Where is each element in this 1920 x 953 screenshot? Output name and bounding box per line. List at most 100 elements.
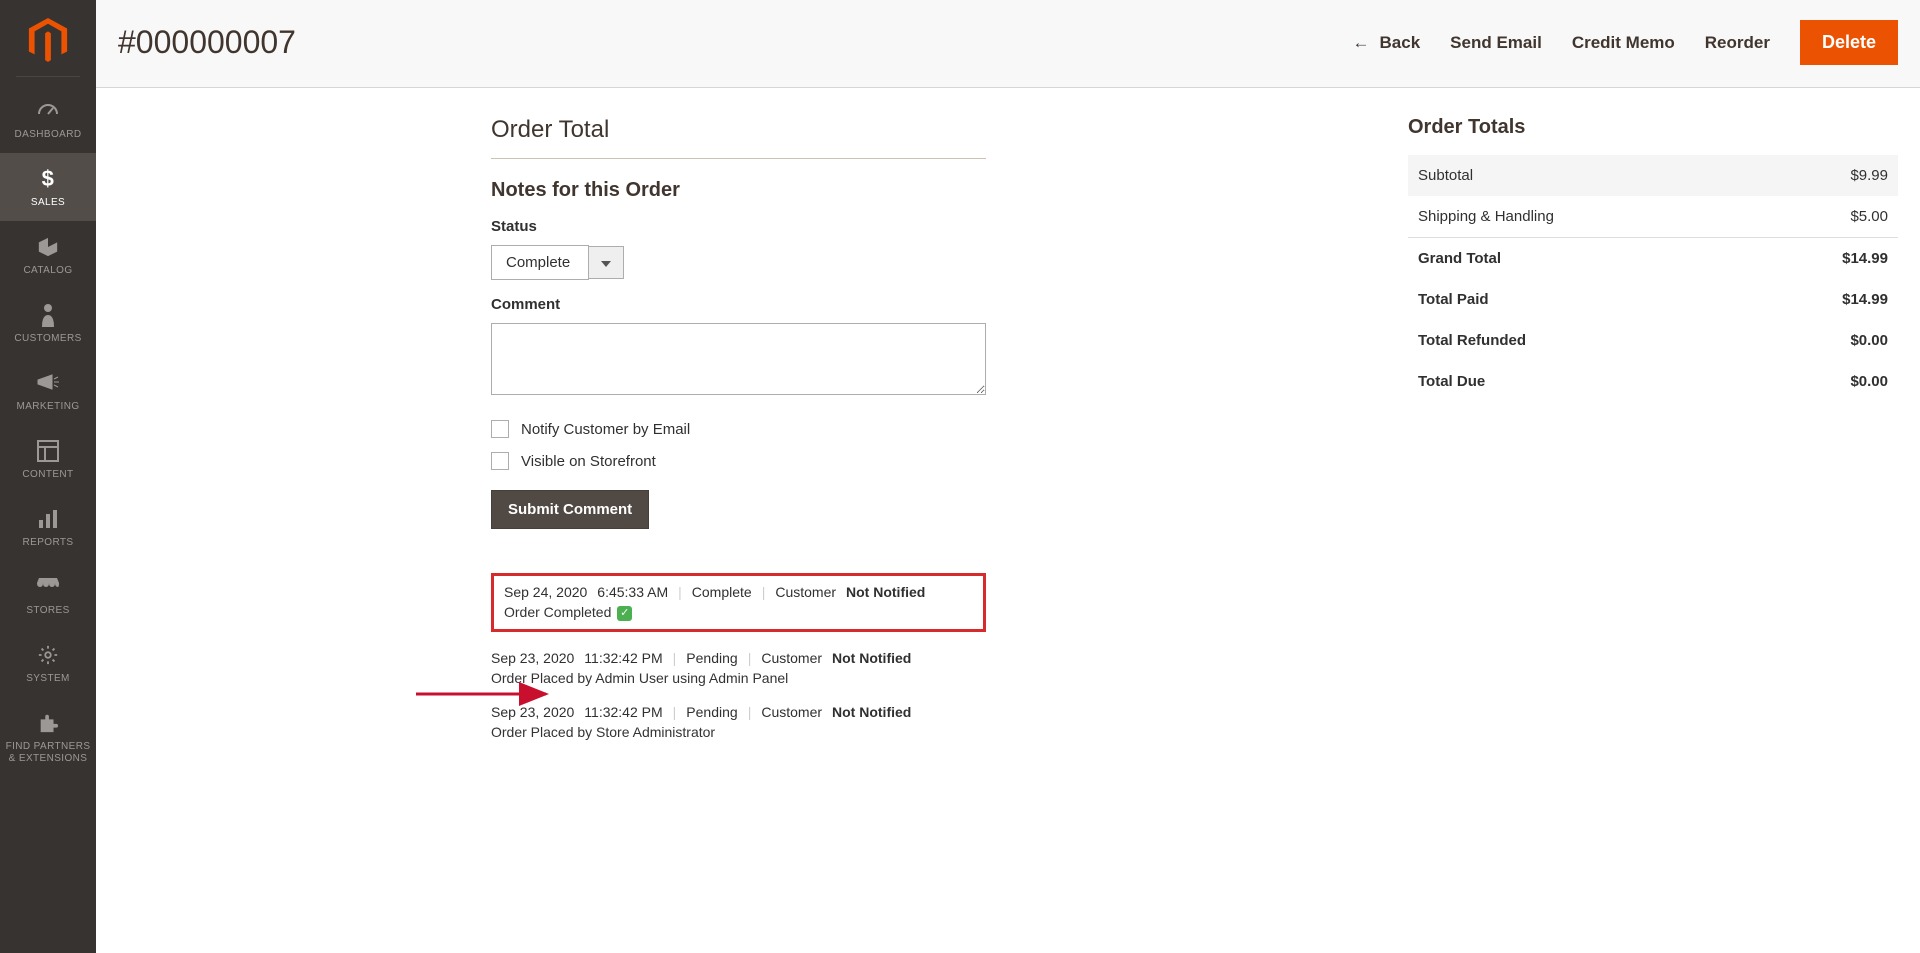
- totals-shipping-row: Shipping & Handling $5.00: [1408, 196, 1898, 238]
- gauge-icon: [36, 99, 60, 123]
- entry-status: Pending: [686, 704, 737, 720]
- megaphone-icon: [36, 371, 60, 395]
- history-entry: Sep 23, 2020 11:32:42 PM | Pending | Cus…: [491, 704, 986, 740]
- admin-sidebar: DASHBOARD $ SALES CATALOG CUSTOMERS MARK…: [0, 0, 96, 953]
- totals-value: $9.99: [1850, 167, 1888, 184]
- person-icon: [36, 303, 60, 327]
- order-history: Sep 24, 2020 6:45:33 AM | Complete | Cus…: [491, 573, 986, 740]
- totals-value: $0.00: [1850, 373, 1888, 390]
- nav-catalog[interactable]: CATALOG: [0, 221, 96, 289]
- order-total-heading: Order Total: [491, 116, 986, 159]
- nav-customers[interactable]: CUSTOMERS: [0, 289, 96, 357]
- page-header: #000000007 ← Back Send Email Credit Memo…: [96, 0, 1920, 88]
- status-label: Status: [491, 218, 986, 235]
- bars-icon: [36, 507, 60, 531]
- totals-grand-row: Grand Total $14.99: [1408, 238, 1898, 279]
- nav-label: MARKETING: [16, 401, 79, 413]
- nav-label: FIND PARTNERS & EXTENSIONS: [6, 741, 91, 765]
- entry-status: Pending: [686, 650, 737, 666]
- totals-subtotal-row: Subtotal $9.99: [1408, 155, 1898, 196]
- totals-due-row: Total Due $0.00: [1408, 361, 1898, 402]
- nav-stores[interactable]: STORES: [0, 561, 96, 629]
- entry-customer-state: Not Notified: [832, 650, 911, 666]
- nav-marketing[interactable]: MARKETING: [0, 357, 96, 425]
- entry-time: 11:32:42 PM: [584, 650, 662, 666]
- credit-memo-button[interactable]: Credit Memo: [1572, 33, 1675, 53]
- arrow-left-icon: ←: [1353, 33, 1370, 53]
- history-entry: Sep 23, 2020 11:32:42 PM | Pending | Cus…: [491, 650, 986, 686]
- entry-customer-state: Not Notified: [846, 584, 925, 600]
- totals-value: $0.00: [1850, 332, 1888, 349]
- comment-textarea[interactable]: [491, 323, 986, 395]
- entry-customer-prefix: Customer: [761, 650, 822, 666]
- totals-label: Total Paid: [1418, 291, 1489, 308]
- entry-time: 6:45:33 AM: [597, 584, 668, 600]
- nav-label: REPORTS: [23, 537, 74, 549]
- notes-panel-title: Notes for this Order: [491, 179, 986, 202]
- nav-system[interactable]: SYSTEM: [0, 629, 96, 697]
- delete-button[interactable]: Delete: [1800, 20, 1898, 65]
- nav-label: CONTENT: [22, 469, 73, 481]
- entry-body-text: Order Completed: [504, 604, 611, 620]
- annotation-arrow: [416, 684, 566, 707]
- back-button[interactable]: ← Back: [1353, 33, 1421, 53]
- notify-customer-checkbox-row[interactable]: Notify Customer by Email: [491, 420, 986, 438]
- totals-value: $14.99: [1842, 250, 1888, 267]
- entry-body-text: Order Placed by Store Administrator: [491, 724, 986, 740]
- layout-icon: [36, 439, 60, 463]
- nav-partners[interactable]: FIND PARTNERS & EXTENSIONS: [0, 697, 96, 777]
- logo-divider: [16, 76, 80, 77]
- totals-label: Grand Total: [1418, 250, 1501, 267]
- entry-customer-prefix: Customer: [775, 584, 836, 600]
- checkbox-icon: [491, 420, 509, 438]
- submit-comment-button[interactable]: Submit Comment: [491, 490, 649, 529]
- entry-time: 11:32:42 PM: [584, 704, 662, 720]
- visible-label: Visible on Storefront: [521, 453, 656, 470]
- check-icon: ✓: [617, 606, 632, 621]
- totals-value: $5.00: [1850, 208, 1888, 225]
- entry-status: Complete: [692, 584, 752, 600]
- header-actions: ← Back Send Email Credit Memo Reorder De…: [1353, 20, 1898, 65]
- nav-reports[interactable]: REPORTS: [0, 493, 96, 561]
- chevron-down-icon: [601, 261, 611, 267]
- nav-label: CATALOG: [23, 265, 72, 277]
- page-title: #000000007: [118, 24, 296, 61]
- notify-label: Notify Customer by Email: [521, 421, 690, 438]
- totals-label: Shipping & Handling: [1418, 208, 1554, 225]
- back-label: Back: [1380, 33, 1421, 53]
- nav-sales[interactable]: $ SALES: [0, 153, 96, 221]
- totals-label: Total Due: [1418, 373, 1485, 390]
- nav-content[interactable]: CONTENT: [0, 425, 96, 493]
- dollar-icon: $: [36, 167, 60, 191]
- reorder-button[interactable]: Reorder: [1705, 33, 1770, 53]
- nav-label: SALES: [31, 197, 65, 209]
- nav-label: DASHBOARD: [15, 129, 82, 141]
- comment-label: Comment: [491, 296, 986, 313]
- history-entry: Sep 24, 2020 6:45:33 AM | Complete | Cus…: [491, 573, 986, 632]
- entry-customer-prefix: Customer: [761, 704, 822, 720]
- entry-date: Sep 23, 2020: [491, 650, 574, 666]
- nav-label: CUSTOMERS: [14, 333, 81, 345]
- totals-paid-row: Total Paid $14.99: [1408, 279, 1898, 320]
- status-dropdown-toggle[interactable]: [589, 246, 624, 279]
- store-icon: [36, 575, 60, 599]
- send-email-button[interactable]: Send Email: [1450, 33, 1542, 53]
- totals-label: Subtotal: [1418, 167, 1473, 184]
- checkbox-icon: [491, 452, 509, 470]
- nav-label: STORES: [26, 605, 69, 617]
- puzzle-icon: [36, 711, 60, 735]
- main-content: #000000007 ← Back Send Email Credit Memo…: [96, 0, 1920, 953]
- totals-label: Total Refunded: [1418, 332, 1526, 349]
- visible-storefront-checkbox-row[interactable]: Visible on Storefront: [491, 452, 986, 470]
- totals-refunded-row: Total Refunded $0.00: [1408, 320, 1898, 361]
- nav-dashboard[interactable]: DASHBOARD: [0, 85, 96, 153]
- entry-customer-state: Not Notified: [832, 704, 911, 720]
- status-value: Complete: [491, 245, 589, 280]
- status-select[interactable]: Complete: [491, 245, 624, 280]
- order-totals-title: Order Totals: [1408, 116, 1898, 139]
- nav-label: SYSTEM: [26, 673, 70, 685]
- gear-icon: [36, 643, 60, 667]
- magento-logo: [0, 0, 96, 76]
- box-icon: [36, 235, 60, 259]
- totals-value: $14.99: [1842, 291, 1888, 308]
